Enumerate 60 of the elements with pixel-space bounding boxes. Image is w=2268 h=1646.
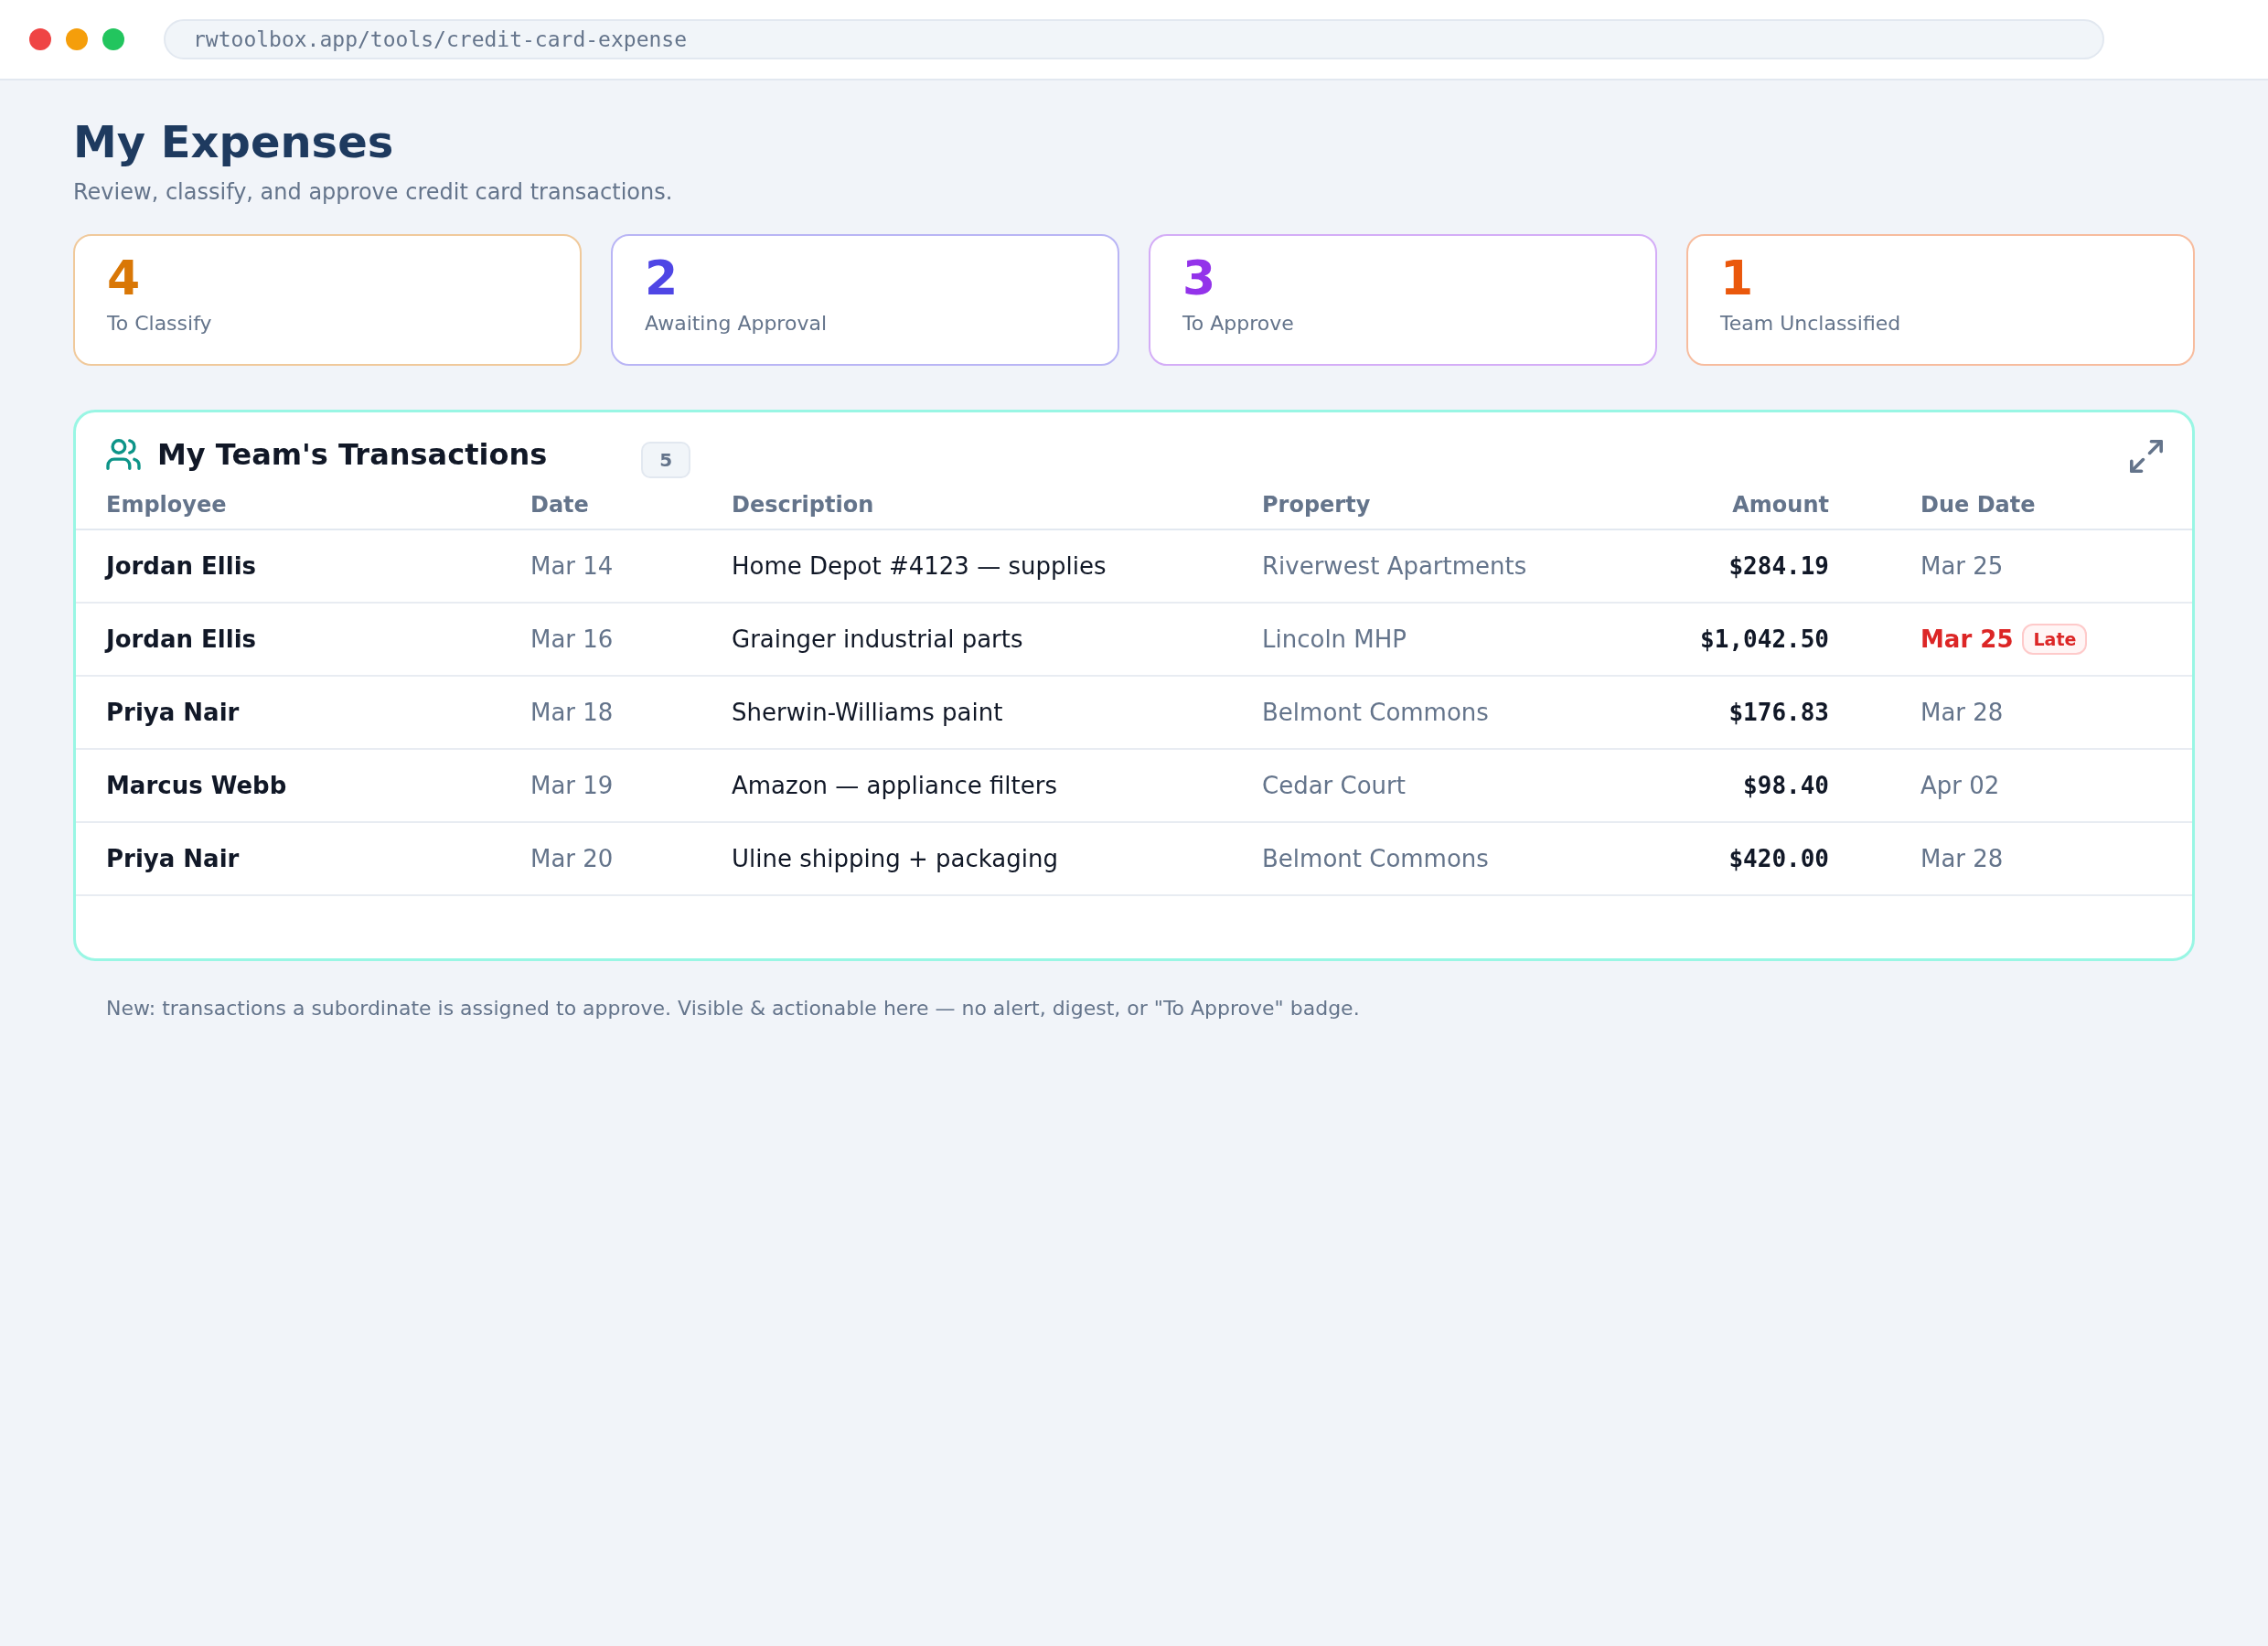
column-header: Description [732,490,874,518]
stat-card[interactable]: 4 To Classify [73,234,582,366]
transaction-date: Mar 14 [530,551,614,581]
stat-card[interactable]: 1 Team Unclassified [1686,234,2195,366]
count-badge: 5 [641,442,691,478]
column-header: Employee [106,490,227,518]
stat-label: To Approve [1182,311,1294,337]
employee-name: Marcus Webb [106,771,287,800]
late-badge: Late [2022,624,2088,655]
stat-card[interactable]: 3 To Approve [1149,234,1657,366]
stat-value: 2 [645,251,679,305]
due-date: Mar 28 [1920,698,2004,727]
transaction-date: Mar 18 [530,698,614,727]
amount-value: $284.19 [1728,551,1829,581]
expand-icon[interactable] [2130,440,2163,473]
amount-value: $420.00 [1728,844,1829,873]
description-text: Grainger industrial parts [732,625,1023,654]
stat-card[interactable]: 2 Awaiting Approval [611,234,1119,366]
stat-value: 3 [1182,251,1216,305]
amount-value: $98.40 [1743,771,1829,800]
stat-label: To Classify [107,311,212,337]
panel-title: My Team's Transactions [157,436,548,473]
address-bar[interactable]: rwtoolbox.app/tools/credit-card-expense [164,19,2104,59]
column-header: Due Date [1920,490,2036,518]
due-date: Apr 02 [1920,771,2000,800]
due-date: Mar 28 [1920,844,2004,873]
maximize-window-icon[interactable] [102,28,124,50]
page-subtitle: Review, classify, and approve credit card transactions. [73,179,673,205]
employee-name: Priya Nair [106,844,240,873]
column-header: Property [1262,490,1371,518]
stat-value: 1 [1720,251,1754,305]
stat-label: Team Unclassified [1720,311,1901,337]
due-date: Mar 25 [1920,551,2004,581]
close-window-icon[interactable] [29,28,51,50]
property-name: Belmont Commons [1262,844,1489,873]
due-date: Mar 25 [1920,625,2014,654]
transaction-date: Mar 20 [530,844,614,873]
stat-label: Awaiting Approval [645,311,827,337]
description-text: Amazon — appliance filters [732,771,1057,800]
property-name: Lincoln MHP [1262,625,1407,654]
employee-name: Jordan Ellis [106,625,257,654]
users-icon [106,439,141,470]
footnote-text: New: transactions a subordinate is assigned to approve. Visible & actionable here — no alert, digest, or "To Approve" badge. [106,996,1360,1021]
column-header: Amount [1732,490,1829,518]
column-header: Date [530,490,589,518]
amount-value: $1,042.50 [1700,625,1829,654]
property-name: Riverwest Apartments [1262,551,1527,581]
transaction-date: Mar 19 [530,771,614,800]
employee-name: Priya Nair [106,698,240,727]
description-text: Uline shipping + packaging [732,844,1058,873]
transaction-date: Mar 16 [530,625,614,654]
page-title: My Expenses [73,116,395,167]
property-name: Belmont Commons [1262,698,1489,727]
property-name: Cedar Court [1262,771,1406,800]
description-text: Sherwin-Williams paint [732,698,1003,727]
amount-value: $176.83 [1728,698,1829,727]
stat-value: 4 [107,251,141,305]
minimize-window-icon[interactable] [66,28,88,50]
description-text: Home Depot #4123 — supplies [732,551,1107,581]
employee-name: Jordan Ellis [106,551,257,581]
